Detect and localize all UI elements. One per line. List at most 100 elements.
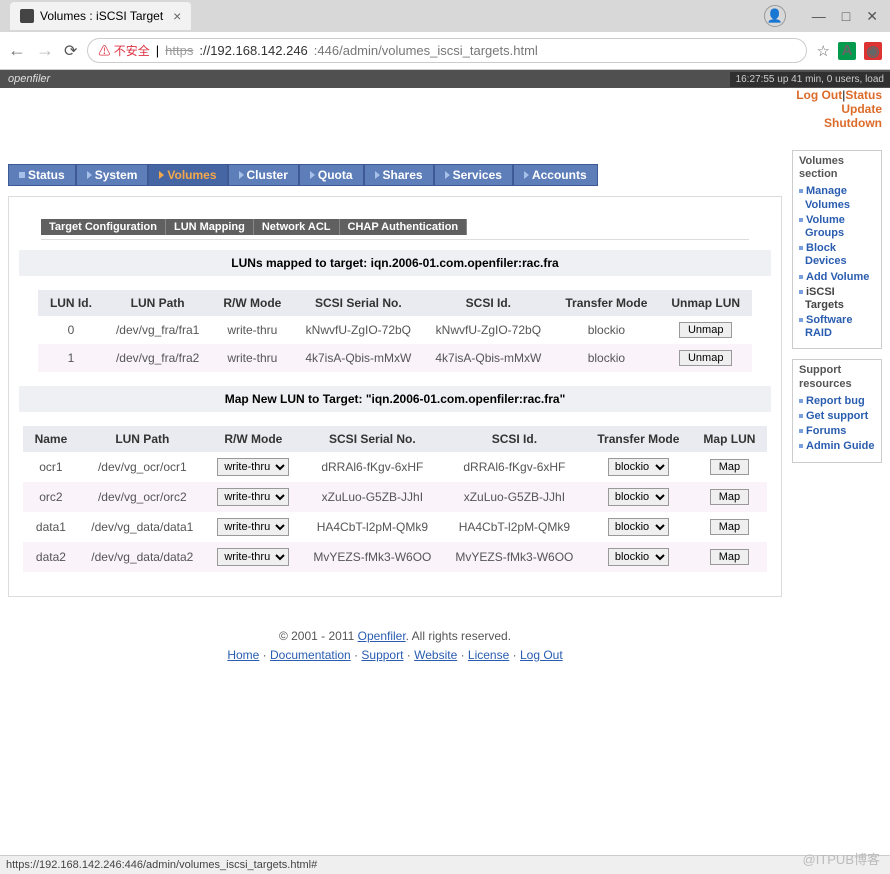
- rw-mode-select[interactable]: write-thru: [217, 548, 289, 566]
- map-button[interactable]: Map: [710, 459, 749, 475]
- table-row: ocr1 /dev/vg_ocr/ocr1 write-thru dRRAl6-…: [23, 452, 768, 482]
- unmap-button[interactable]: Unmap: [679, 350, 732, 366]
- nav-tab-status[interactable]: Status: [8, 164, 76, 186]
- sidebar-admin-guide[interactable]: Admin Guide: [799, 440, 875, 453]
- browser-tab[interactable]: Volumes : iSCSI Target ×: [10, 2, 191, 30]
- subtab-target-config[interactable]: Target Configuration: [41, 219, 166, 235]
- col-rw-mode: R/W Mode: [205, 426, 301, 452]
- rw-mode-select[interactable]: write-thru: [217, 458, 289, 476]
- sidebar-forums[interactable]: Forums: [799, 425, 875, 438]
- col-scsi-id: SCSI Id.: [423, 290, 553, 316]
- col-serial: SCSI Serial No.: [293, 290, 423, 316]
- address-bar[interactable]: ⚠ 不安全 | https://192.168.142.246:446/admi…: [87, 38, 806, 63]
- shutdown-link[interactable]: Shutdown: [824, 116, 882, 130]
- nav-tab-accounts[interactable]: Accounts: [513, 164, 598, 186]
- col-lun-path: LUN Path: [79, 426, 205, 452]
- col-transfer: Transfer Mode: [585, 426, 691, 452]
- sidebar-volumes-title: Volumes section: [799, 155, 875, 181]
- col-rw-mode: R/W Mode: [211, 290, 293, 316]
- map-new-lun-title: Map New LUN to Target: "iqn.2006-01.com.…: [19, 386, 771, 412]
- col-lun-id: LUN Id.: [38, 290, 104, 316]
- extension-a-icon[interactable]: A: [838, 42, 856, 60]
- subtab-lun-mapping[interactable]: LUN Mapping: [166, 219, 254, 235]
- extension-adblock-icon[interactable]: ◉: [864, 42, 882, 60]
- footer: © 2001 - 2011 Openfiler. All rights rese…: [8, 627, 782, 665]
- col-scsi-id: SCSI Id.: [443, 426, 585, 452]
- browser-tab-bar: Volumes : iSCSI Target × 👤 — □ ✕: [0, 0, 890, 32]
- table-row: data1 /dev/vg_data/data1 write-thru HA4C…: [23, 512, 768, 542]
- sub-nav: Target Configuration LUN Mapping Network…: [41, 219, 771, 235]
- transfer-mode-select[interactable]: blockio: [608, 458, 669, 476]
- sidebar-iscsi-targets[interactable]: iSCSI Targets: [799, 286, 875, 312]
- nav-tab-quota[interactable]: Quota: [299, 164, 364, 186]
- col-lun-path: LUN Path: [104, 290, 211, 316]
- nav-forward-icon[interactable]: →: [36, 40, 54, 61]
- transfer-mode-select[interactable]: blockio: [608, 518, 669, 536]
- window-minimize-icon[interactable]: —: [812, 8, 826, 24]
- col-unmap: Unmap LUN: [659, 290, 752, 316]
- rw-mode-select[interactable]: write-thru: [217, 488, 289, 506]
- transfer-mode-select[interactable]: blockio: [608, 488, 669, 506]
- col-transfer: Transfer Mode: [553, 290, 659, 316]
- footer-docs-link[interactable]: Documentation: [270, 648, 351, 662]
- nav-tab-services[interactable]: Services: [434, 164, 513, 186]
- map-button[interactable]: Map: [710, 549, 749, 565]
- sidebar-support-box: Support resources Report bug Get support…: [792, 359, 882, 462]
- map-new-lun-table: Name LUN Path R/W Mode SCSI Serial No. S…: [23, 426, 768, 572]
- browser-statusbar: https://192.168.142.246:446/admin/volume…: [0, 855, 890, 874]
- nav-tab-shares[interactable]: Shares: [364, 164, 434, 186]
- subtab-network-acl[interactable]: Network ACL: [254, 219, 340, 235]
- star-icon[interactable]: ☆: [817, 42, 830, 60]
- footer-license-link[interactable]: License: [468, 648, 509, 662]
- nav-back-icon[interactable]: ←: [8, 40, 26, 61]
- footer-logout-link[interactable]: Log Out: [520, 648, 563, 662]
- tab-title: Volumes : iSCSI Target: [40, 9, 163, 23]
- uptime-text: 16:27:55 up 41 min, 0 users, load: [730, 72, 890, 87]
- url-host: ://192.168.142.246: [199, 43, 307, 58]
- sidebar-support-title: Support resources: [799, 364, 875, 390]
- tab-close-icon[interactable]: ×: [173, 8, 181, 24]
- sidebar-volume-groups[interactable]: Volume Groups: [799, 214, 875, 240]
- mapped-luns-table: LUN Id. LUN Path R/W Mode SCSI Serial No…: [38, 290, 752, 372]
- brand-logo: openfiler: [8, 73, 50, 85]
- table-row: 1 /dev/vg_fra/fra2 write-thru 4k7isA-Qbi…: [38, 344, 752, 372]
- sidebar-report-bug[interactable]: Report bug: [799, 395, 875, 408]
- table-row: 0 /dev/vg_fra/fra1 write-thru kNwvfU-ZgI…: [38, 316, 752, 344]
- nav-tab-cluster[interactable]: Cluster: [228, 164, 299, 186]
- footer-home-link[interactable]: Home: [227, 648, 259, 662]
- table-row: orc2 /dev/vg_ocr/orc2 write-thru xZuLuo-…: [23, 482, 768, 512]
- subtab-chap-auth[interactable]: CHAP Authentication: [340, 219, 468, 235]
- watermark: @ITPUB博客: [803, 849, 880, 868]
- nav-tab-volumes[interactable]: Volumes: [148, 164, 227, 186]
- mapped-luns-title: LUNs mapped to target: iqn.2006-01.com.o…: [19, 250, 771, 276]
- transfer-mode-select[interactable]: blockio: [608, 548, 669, 566]
- footer-openfiler-link[interactable]: Openfiler: [358, 629, 406, 643]
- sidebar-volumes-box: Volumes section Manage Volumes Volume Gr…: [792, 150, 882, 349]
- map-button[interactable]: Map: [710, 489, 749, 505]
- update-link[interactable]: Update: [841, 102, 882, 116]
- window-close-icon[interactable]: ✕: [866, 8, 878, 25]
- top-links: Log Out|Status Update Shutdown: [0, 88, 890, 134]
- sidebar-get-support[interactable]: Get support: [799, 410, 875, 423]
- tab-favicon: [20, 9, 34, 23]
- insecure-warning-icon: ⚠ 不安全: [98, 42, 149, 59]
- sidebar-software-raid[interactable]: Software RAID: [799, 314, 875, 340]
- rw-mode-select[interactable]: write-thru: [217, 518, 289, 536]
- footer-website-link[interactable]: Website: [414, 648, 457, 662]
- profile-avatar-icon[interactable]: 👤: [764, 5, 786, 27]
- main-nav: Status System Volumes Cluster Quota Shar…: [8, 164, 782, 186]
- col-name: Name: [23, 426, 80, 452]
- sidebar-add-volume[interactable]: Add Volume: [799, 271, 875, 284]
- url-scheme: https: [165, 43, 193, 58]
- url-path: :446/admin/volumes_iscsi_targets.html: [314, 43, 538, 58]
- logout-link[interactable]: Log Out: [796, 88, 842, 102]
- nav-tab-system[interactable]: System: [76, 164, 149, 186]
- nav-reload-icon[interactable]: ⟳: [64, 41, 77, 61]
- footer-support-link[interactable]: Support: [361, 648, 403, 662]
- sidebar-block-devices[interactable]: Block Devices: [799, 242, 875, 268]
- status-link[interactable]: Status: [845, 88, 882, 102]
- map-button[interactable]: Map: [710, 519, 749, 535]
- unmap-button[interactable]: Unmap: [679, 322, 732, 338]
- window-maximize-icon[interactable]: □: [842, 8, 850, 24]
- sidebar-manage-volumes[interactable]: Manage Volumes: [799, 185, 875, 211]
